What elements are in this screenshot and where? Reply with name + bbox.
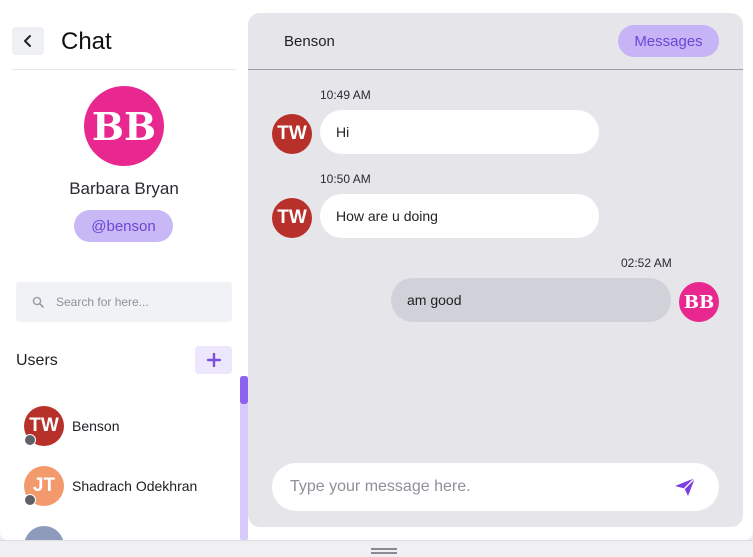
send-button[interactable] — [672, 475, 698, 499]
add-user-button[interactable] — [195, 346, 232, 374]
status-indicator — [24, 434, 36, 446]
message-timestamp: 10:49 AM — [320, 88, 371, 102]
search-box — [16, 282, 232, 322]
messages-button[interactable]: Messages — [618, 25, 719, 57]
divider — [12, 69, 236, 70]
chevron-left-icon — [24, 35, 31, 47]
message-input[interactable] — [288, 477, 662, 497]
avatar: BB — [679, 282, 719, 322]
chat-panel: Benson Messages 10:49 AM TW Hi 10:50 AM … — [248, 13, 743, 527]
avatar: TW — [272, 114, 312, 154]
scrollbar-thumb[interactable] — [240, 376, 248, 404]
user-list-item[interactable]: TW Benson — [24, 406, 229, 446]
status-indicator — [24, 494, 36, 506]
profile-handle[interactable]: @benson — [74, 210, 173, 242]
page-title: Chat — [61, 28, 112, 55]
avatar — [24, 526, 64, 540]
plus-icon — [206, 353, 221, 367]
profile-name: Barbara Bryan — [69, 179, 179, 198]
user-name: Benson — [72, 418, 120, 434]
app-window: Chat BB Barbara Bryan @benson Users TW — [0, 0, 753, 540]
message-timestamp: 10:50 AM — [320, 172, 371, 186]
grip-line — [371, 552, 397, 554]
avatar: TW — [272, 198, 312, 238]
send-icon — [675, 477, 696, 496]
user-list-item[interactable]: JT Shadrach Odekhran — [24, 466, 229, 506]
message-bubble: How are u doing — [320, 194, 599, 238]
message-composer — [272, 463, 719, 511]
grip-line — [371, 548, 397, 550]
chat-header: Benson Messages — [248, 13, 743, 70]
contact-name: Benson — [284, 33, 335, 50]
user-name: Shadrach Odekhran — [72, 478, 198, 494]
sidebar: Chat BB Barbara Bryan @benson Users TW — [0, 0, 248, 540]
message-bubble: Hi — [320, 110, 599, 154]
search-input[interactable] — [54, 294, 218, 310]
users-heading: Users — [16, 352, 58, 369]
message-timestamp: 02:52 AM — [621, 256, 672, 270]
search-icon — [32, 296, 44, 308]
profile-avatar: BB — [84, 86, 164, 166]
resize-handle[interactable] — [0, 540, 753, 557]
message-bubble: am good — [391, 278, 671, 322]
back-button[interactable] — [12, 27, 44, 55]
user-list-item[interactable] — [24, 526, 229, 540]
